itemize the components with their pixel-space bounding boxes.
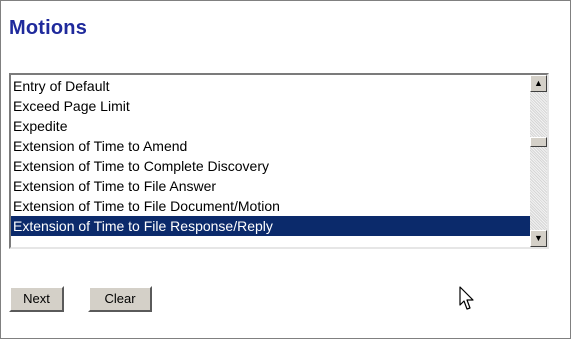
list-item[interactable]: Extension of Time to File Document/Motio… [11, 196, 530, 216]
down-arrow-icon: ▼ [534, 233, 543, 243]
clear-button[interactable]: Clear [88, 286, 152, 312]
list-item[interactable]: Expedite [11, 116, 530, 136]
list-item[interactable]: Extension of Time to File Answer [11, 176, 530, 196]
listbox-scrollbar[interactable]: ▲ ▼ [530, 75, 547, 247]
motions-listbox[interactable]: Entry of Default Exceed Page Limit Exped… [9, 73, 549, 249]
list-item-selected[interactable]: Extension of Time to File Response/Reply [11, 216, 530, 236]
scroll-up-button[interactable]: ▲ [530, 75, 547, 92]
mouse-pointer-icon [459, 286, 474, 310]
next-button[interactable]: Next [9, 286, 64, 312]
list-item[interactable]: Exceed Page Limit [11, 96, 530, 116]
scroll-thumb[interactable] [530, 137, 547, 147]
scroll-down-button[interactable]: ▼ [530, 230, 547, 247]
up-arrow-icon: ▲ [534, 78, 543, 88]
motions-list-items: Entry of Default Exceed Page Limit Exped… [11, 75, 530, 247]
list-item[interactable]: Entry of Default [11, 76, 530, 96]
list-item[interactable]: Extension of Time to Complete Discovery [11, 156, 530, 176]
list-item[interactable]: Extension of Time to Amend [11, 136, 530, 156]
page-frame: Motions Entry of Default Exceed Page Lim… [0, 0, 571, 339]
page-title: Motions [9, 17, 88, 39]
